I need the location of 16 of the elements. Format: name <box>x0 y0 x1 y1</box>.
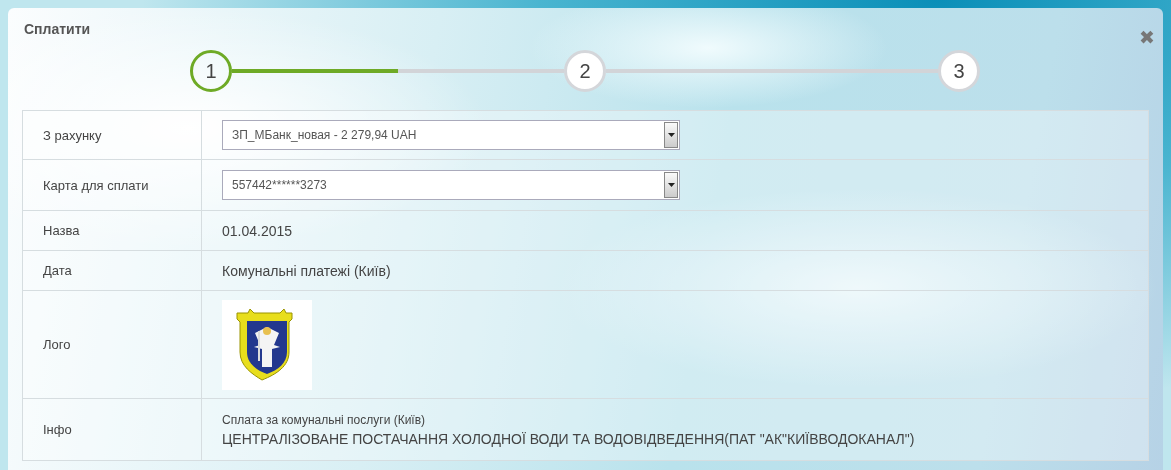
field-label: Карта для сплати <box>43 177 149 193</box>
info-text: ЦЕНТРАЛІЗОВАНЕ ПОСТАЧАННЯ ХОЛОДНОЇ ВОДИ ТА ВОДОВІДВЕДЕННЯ(ПАТ "АК"КИЇВВОДОКАНАЛ") <box>222 430 915 447</box>
field-label: Дата <box>43 263 72 278</box>
dropdown-field[interactable]: ЗП_МБанк_новая - 2 279,94 UAH <box>222 120 680 150</box>
field-label: З рахунку <box>43 127 102 143</box>
info-text: Сплата за комунальні послуги (Київ) <box>222 412 427 427</box>
field-label: Назва <box>43 223 80 238</box>
step-indicator: 3 <box>938 50 980 92</box>
field-label: Інфо <box>43 422 72 437</box>
step-indicator: 1 <box>190 50 232 92</box>
field-label: Лого <box>43 337 71 352</box>
field-value: Комунальні платежі (Київ) <box>222 262 391 279</box>
field-value: 01.04.2015 <box>222 222 293 239</box>
step-indicator: 2 <box>564 50 606 92</box>
dropdown-field[interactable]: 557442******3273 <box>222 170 680 200</box>
dialog-title: Сплатити <box>24 21 91 37</box>
